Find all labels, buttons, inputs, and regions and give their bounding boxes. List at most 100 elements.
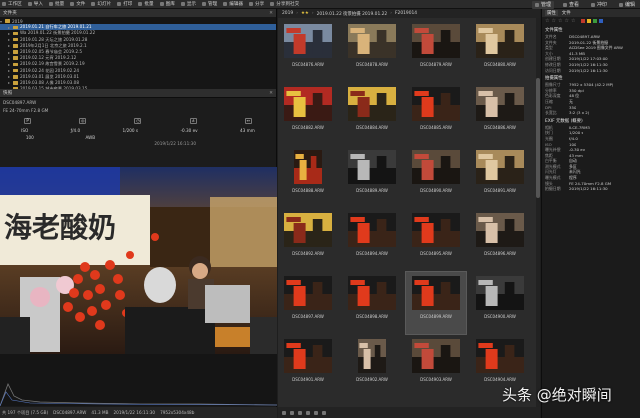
star-icon[interactable]: ☆ [564, 18, 568, 24]
thumbnail-item[interactable]: DSC04885.ARW [406, 83, 466, 145]
mode-tab[interactable]: 冲印 [588, 1, 610, 9]
thumbnail-image[interactable] [476, 24, 524, 58]
thumbnail-image[interactable] [476, 150, 524, 184]
thumbnail-item[interactable]: DSC04903.ARW [406, 335, 466, 397]
color-label-red[interactable] [581, 19, 586, 23]
toolbar-button[interactable]: 批量 [49, 1, 64, 7]
toolbar-button[interactable]: 分享到社交 [270, 1, 299, 7]
thumbnail-image[interactable] [412, 87, 460, 121]
thumbnail-image[interactable] [412, 24, 460, 58]
folder-icon [13, 37, 18, 42]
thumbnail-filename: DSC04879.ARW [420, 62, 452, 67]
thumbnail-image[interactable] [412, 339, 460, 373]
thumbnail-image[interactable] [476, 87, 524, 121]
color-label-blue[interactable] [599, 19, 604, 23]
preview-photo: 海老酸奶 [0, 167, 277, 354]
thumbnail-image[interactable] [284, 24, 332, 58]
thumbnail-item[interactable]: DSC04889.ARW [342, 146, 402, 208]
thumbnail-item[interactable]: DSC04886.ARW [470, 83, 530, 145]
breadcrumb-item[interactable]: F2019014 [395, 11, 417, 16]
scrollbar-thumb[interactable] [536, 78, 540, 198]
thumbnail-item[interactable]: DSC04901.ARW [278, 335, 338, 397]
color-label-green[interactable] [593, 19, 598, 23]
thumbnail-image[interactable] [412, 276, 460, 310]
thumbnail-image[interactable] [284, 339, 332, 373]
thumbnail-image[interactable] [294, 150, 322, 184]
thumbnail-item[interactable]: DSC04892.ARW [278, 209, 338, 271]
thumbnail-image[interactable] [348, 276, 396, 310]
toolbar-button[interactable]: 分享 [249, 1, 264, 7]
close-icon[interactable]: ✕ [269, 11, 273, 16]
mode-tab[interactable]: 查看 [560, 1, 582, 9]
tab-file[interactable]: 文件 [562, 10, 571, 16]
thumbnail-image[interactable] [476, 339, 524, 373]
color-label-yellow[interactable] [587, 19, 592, 23]
mode-tab[interactable]: 编辑 [616, 1, 638, 9]
filter-icon[interactable] [290, 410, 294, 415]
sort-icon[interactable] [282, 410, 286, 415]
thumbnail-item[interactable]: DSC04894.ARW [342, 209, 402, 271]
breadcrumb-item[interactable]: 2019 [282, 11, 293, 16]
toolbar-button[interactable]: 图库 [159, 1, 175, 7]
thumbnail-item[interactable]: DSC04880.ARW [470, 20, 530, 82]
star-icon[interactable]: ☆ [545, 18, 549, 24]
toolbar-button[interactable]: 导入 [27, 1, 43, 7]
thumbnail-image[interactable] [348, 87, 396, 121]
toolbar-items: 工作区 导入 批量 文件 幻灯片 打印 批量 图库 显示 管理 编辑器 分享 分享到社交 [0, 1, 305, 7]
toolbar-button[interactable]: 编辑器 [223, 1, 243, 7]
thumbnail-item[interactable]: DSC04900.ARW [470, 272, 530, 334]
star-icon[interactable]: ☆ [551, 18, 555, 24]
thumbnail-item[interactable]: DSC04878.ARW [342, 20, 402, 82]
thumbnail-image[interactable] [412, 150, 460, 184]
thumbnail-image[interactable] [348, 24, 396, 58]
thumbnail-image[interactable] [284, 87, 332, 121]
toolbar-button[interactable]: 工作区 [2, 1, 22, 7]
thumbnail-image[interactable] [284, 213, 332, 247]
toolbar-button[interactable]: 管理 [202, 1, 217, 7]
thumbnail-image[interactable] [476, 276, 524, 310]
image-preview[interactable]: 海老酸奶 [0, 167, 277, 354]
thumbnail-image[interactable] [284, 276, 332, 310]
toolbar-button[interactable]: 幻灯片 [91, 1, 111, 7]
toolbar-button[interactable]: 批量 [138, 1, 154, 7]
thumbnail-image[interactable] [348, 213, 396, 247]
toolbar-button[interactable]: 打印 [117, 1, 132, 7]
thumbnail-item[interactable]: DSC04895.ARW [406, 209, 466, 271]
group-icon[interactable] [298, 410, 302, 415]
import-icon [27, 2, 32, 6]
file-icon [70, 2, 75, 6]
thumbnail-filename: DSC04888.ARW [292, 188, 324, 193]
thumbnail-item[interactable]: DSC04890.ARW [406, 146, 466, 208]
thumbnail-image[interactable] [412, 213, 460, 247]
view-icon[interactable] [306, 410, 310, 415]
thumbnail-item[interactable]: DSC04891.ARW [470, 146, 530, 208]
mode-tab-label: 管理 [540, 2, 551, 8]
thumbnail-item[interactable]: DSC04882.ARW [278, 83, 338, 145]
thumbnail-item[interactable]: DSC04888.ARW [278, 146, 338, 208]
thumbnail-item[interactable]: DSC04897.ARW [278, 272, 338, 334]
toolbar-button[interactable]: 显示 [180, 1, 196, 7]
toolbar-button[interactable]: 文件 [70, 1, 85, 7]
thumbnail-item[interactable]: DSC04899.ARW [405, 271, 467, 335]
thumbnail-image[interactable] [348, 150, 396, 184]
thumbnail-item[interactable]: DSC04898.ARW [342, 272, 402, 334]
thumbnail-item[interactable]: DSC04876.ARW [278, 20, 338, 82]
folder-tree-item-label: 2019.02.24 花园 2019.02.24 [20, 67, 79, 73]
folder-icon [13, 31, 18, 36]
star-icon[interactable]: ☆ [558, 18, 562, 24]
thumbnail-item[interactable]: DSC04896.ARW [470, 209, 530, 271]
scrollbar[interactable] [536, 18, 540, 407]
zoom-icon[interactable] [322, 410, 326, 415]
tab-properties[interactable]: 属性 [545, 10, 558, 16]
thumbnail-image[interactable] [476, 213, 524, 247]
thumbnail-item[interactable]: DSC04902.ARW [342, 335, 402, 397]
star-icon[interactable]: ☆ [571, 18, 575, 24]
thumbnail-image[interactable] [358, 339, 386, 373]
breadcrumb-item[interactable]: 2019.01.22 街景拍摄 2019.01.22 [317, 11, 388, 17]
thumbnail-item[interactable]: DSC04884.ARW [342, 83, 402, 145]
breadcrumb-item[interactable]: ★★ [301, 11, 309, 16]
select-icon[interactable] [314, 410, 318, 415]
close-icon[interactable]: ✕ [269, 91, 273, 96]
thumbnail-item[interactable]: DSC04879.ARW [406, 20, 466, 82]
mode-tab[interactable]: 管理 [531, 0, 554, 9]
